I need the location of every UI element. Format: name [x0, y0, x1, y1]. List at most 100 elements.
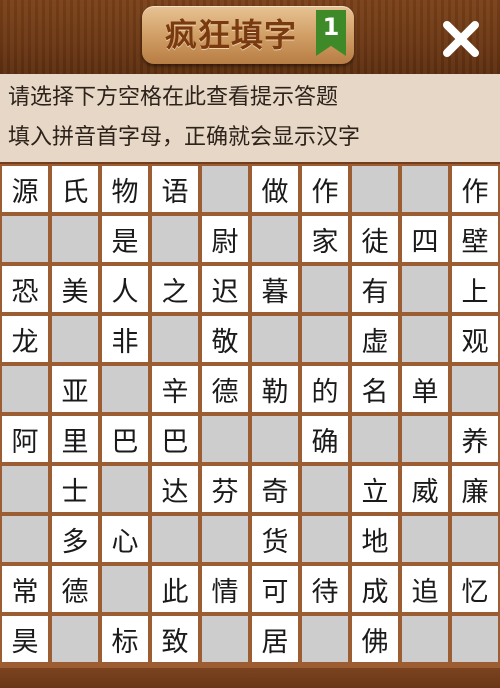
grid-cell-empty[interactable] [452, 366, 498, 412]
grid-cell-empty[interactable] [152, 316, 198, 362]
grid-cell-filled[interactable]: 心 [102, 516, 148, 562]
grid-cell-filled[interactable]: 成 [352, 566, 398, 612]
grid-cell-filled[interactable]: 恐 [2, 266, 48, 312]
grid-cell-filled[interactable]: 之 [152, 266, 198, 312]
grid-cell-filled[interactable]: 居 [252, 616, 298, 662]
grid-cell-filled[interactable]: 作 [302, 166, 348, 212]
grid-cell-empty[interactable] [402, 266, 448, 312]
grid-cell-filled[interactable]: 的 [302, 366, 348, 412]
grid-cell-empty[interactable] [252, 216, 298, 262]
grid-cell-filled[interactable]: 名 [352, 366, 398, 412]
grid-cell-empty[interactable] [152, 516, 198, 562]
grid-cell-filled[interactable]: 可 [252, 566, 298, 612]
grid-cell-filled[interactable]: 里 [52, 416, 98, 462]
grid-cell-filled[interactable]: 作 [452, 166, 498, 212]
grid-cell-filled[interactable]: 物 [102, 166, 148, 212]
grid-cell-empty[interactable] [302, 316, 348, 362]
grid-cell-filled[interactable]: 情 [202, 566, 248, 612]
grid-cell-empty[interactable] [252, 316, 298, 362]
grid-cell-filled[interactable]: 迟 [202, 266, 248, 312]
grid-cell-filled[interactable]: 常 [2, 566, 48, 612]
grid-cell-filled[interactable]: 暮 [252, 266, 298, 312]
grid-cell-empty[interactable] [2, 466, 48, 512]
grid-cell-filled[interactable]: 标 [102, 616, 148, 662]
grid-cell-filled[interactable]: 美 [52, 266, 98, 312]
close-button[interactable] [436, 14, 486, 64]
grid-cell-empty[interactable] [202, 516, 248, 562]
grid-cell-empty[interactable] [302, 466, 348, 512]
grid-cell-filled[interactable]: 忆 [452, 566, 498, 612]
grid-cell-empty[interactable] [402, 616, 448, 662]
grid-cell-filled[interactable]: 源 [2, 166, 48, 212]
grid-cell-filled[interactable]: 地 [352, 516, 398, 562]
grid-cell-filled[interactable]: 辛 [152, 366, 198, 412]
grid-cell-filled[interactable]: 语 [152, 166, 198, 212]
grid-cell-empty[interactable] [52, 316, 98, 362]
grid-cell-filled[interactable]: 龙 [2, 316, 48, 362]
grid-cell-empty[interactable] [452, 516, 498, 562]
grid-cell-filled[interactable]: 确 [302, 416, 348, 462]
grid-cell-filled[interactable]: 虚 [352, 316, 398, 362]
grid-cell-filled[interactable]: 巴 [152, 416, 198, 462]
grid-cell-empty[interactable] [402, 516, 448, 562]
grid-cell-filled[interactable]: 奇 [252, 466, 298, 512]
grid-cell-filled[interactable]: 上 [452, 266, 498, 312]
grid-cell-empty[interactable] [2, 516, 48, 562]
grid-cell-empty[interactable] [302, 616, 348, 662]
grid-cell-filled[interactable]: 昊 [2, 616, 48, 662]
grid-cell-empty[interactable] [52, 216, 98, 262]
grid-cell-filled[interactable]: 四 [402, 216, 448, 262]
grid-cell-empty[interactable] [2, 216, 48, 262]
grid-cell-filled[interactable]: 徒 [352, 216, 398, 262]
grid-cell-filled[interactable]: 养 [452, 416, 498, 462]
grid-cell-empty[interactable] [302, 266, 348, 312]
grid-cell-filled[interactable]: 致 [152, 616, 198, 662]
grid-cell-filled[interactable]: 德 [52, 566, 98, 612]
grid-cell-filled[interactable]: 此 [152, 566, 198, 612]
grid-cell-filled[interactable]: 家 [302, 216, 348, 262]
grid-cell-filled[interactable]: 尉 [202, 216, 248, 262]
grid-cell-filled[interactable]: 佛 [352, 616, 398, 662]
grid-cell-empty[interactable] [202, 166, 248, 212]
grid-cell-filled[interactable]: 单 [402, 366, 448, 412]
grid-cell-empty[interactable] [102, 366, 148, 412]
grid-cell-empty[interactable] [402, 166, 448, 212]
grid-cell-filled[interactable]: 士 [52, 466, 98, 512]
grid-cell-empty[interactable] [352, 416, 398, 462]
grid-cell-filled[interactable]: 人 [102, 266, 148, 312]
grid-cell-empty[interactable] [202, 616, 248, 662]
grid-cell-filled[interactable]: 巴 [102, 416, 148, 462]
grid-cell-empty[interactable] [2, 366, 48, 412]
grid-cell-empty[interactable] [102, 466, 148, 512]
grid-cell-filled[interactable]: 氏 [52, 166, 98, 212]
grid-cell-filled[interactable]: 阿 [2, 416, 48, 462]
grid-cell-filled[interactable]: 追 [402, 566, 448, 612]
grid-cell-empty[interactable] [152, 216, 198, 262]
grid-cell-filled[interactable]: 待 [302, 566, 348, 612]
grid-cell-filled[interactable]: 芬 [202, 466, 248, 512]
grid-cell-filled[interactable]: 观 [452, 316, 498, 362]
grid-cell-filled[interactable]: 威 [402, 466, 448, 512]
grid-cell-filled[interactable]: 敬 [202, 316, 248, 362]
grid-cell-filled[interactable]: 立 [352, 466, 398, 512]
grid-cell-filled[interactable]: 货 [252, 516, 298, 562]
grid-cell-filled[interactable]: 勒 [252, 366, 298, 412]
grid-cell-filled[interactable]: 达 [152, 466, 198, 512]
grid-cell-filled[interactable]: 亚 [52, 366, 98, 412]
grid-cell-empty[interactable] [102, 566, 148, 612]
grid-cell-empty[interactable] [202, 416, 248, 462]
grid-cell-filled[interactable]: 廉 [452, 466, 498, 512]
grid-cell-empty[interactable] [52, 616, 98, 662]
grid-cell-empty[interactable] [352, 166, 398, 212]
grid-cell-filled[interactable]: 是 [102, 216, 148, 262]
grid-cell-empty[interactable] [252, 416, 298, 462]
grid-cell-filled[interactable]: 壁 [452, 216, 498, 262]
grid-cell-empty[interactable] [402, 316, 448, 362]
grid-cell-empty[interactable] [452, 616, 498, 662]
grid-cell-filled[interactable]: 有 [352, 266, 398, 312]
grid-cell-empty[interactable] [402, 416, 448, 462]
grid-cell-filled[interactable]: 非 [102, 316, 148, 362]
grid-cell-filled[interactable]: 德 [202, 366, 248, 412]
grid-cell-filled[interactable]: 做 [252, 166, 298, 212]
grid-cell-empty[interactable] [302, 516, 348, 562]
